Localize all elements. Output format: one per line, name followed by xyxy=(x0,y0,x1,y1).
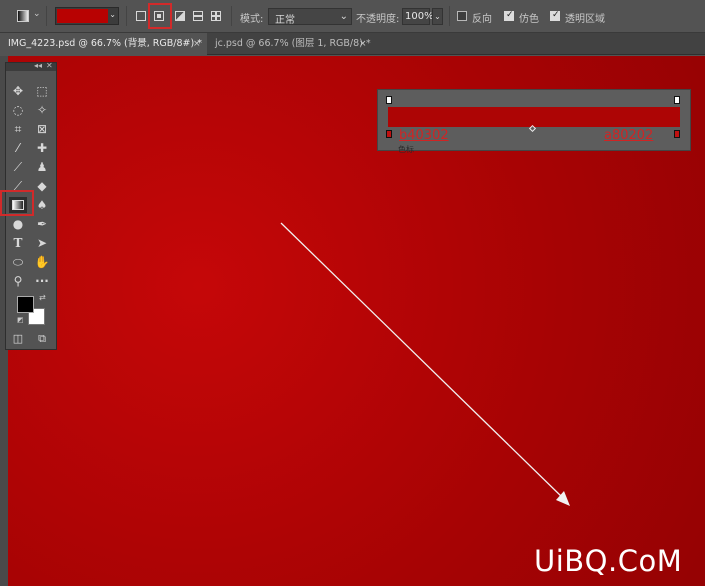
move-icon[interactable]: ✥ xyxy=(9,83,27,99)
more-tools-icon[interactable]: ··· xyxy=(33,273,51,289)
lasso-icon[interactable]: ◌ xyxy=(9,102,27,118)
blur-icon[interactable]: ♠ xyxy=(33,197,51,213)
crop-icon[interactable]: ⌗ xyxy=(9,121,27,137)
color-stop-left[interactable] xyxy=(386,130,392,138)
marquee-icon[interactable]: ⬚ xyxy=(33,83,51,99)
healing-brush-icon[interactable]: ✚ xyxy=(33,140,51,156)
screen-mode-icon[interactable]: ⧉ xyxy=(33,331,51,347)
path-selection-icon[interactable]: ➤ xyxy=(33,235,51,251)
brush-icon[interactable]: ⟋ xyxy=(9,159,27,175)
quick-mask-icon[interactable]: ◫ xyxy=(9,331,27,347)
close-icon[interactable]: ✕ xyxy=(46,61,53,70)
dodge-icon[interactable]: ● xyxy=(9,216,27,232)
zoom-icon[interactable]: ⚲ xyxy=(9,273,27,289)
hand-rotate-icon[interactable]: ✋ xyxy=(33,254,51,270)
left-stop-color-label: b40302 xyxy=(399,128,449,143)
annotation-highlight xyxy=(0,190,34,216)
gradient-bar-editor: b40302 a80202 色标 xyxy=(377,89,691,154)
frame-icon[interactable]: ⊠ xyxy=(33,121,51,137)
collapse-icon[interactable]: ◂◂ xyxy=(34,61,42,70)
tools-panel-header[interactable]: ◂◂ ✕ xyxy=(6,61,56,71)
magic-wand-icon[interactable]: ✧ xyxy=(33,102,51,118)
ellipse-icon[interactable]: ⬭ xyxy=(9,254,27,270)
swap-colors-icon[interactable]: ⇄ xyxy=(39,293,46,302)
default-colors-icon[interactable]: ◩ xyxy=(17,316,24,324)
foreground-color-swatch[interactable] xyxy=(17,296,34,313)
gradient-drag-line xyxy=(280,222,570,506)
pen-icon[interactable]: ✒ xyxy=(33,216,51,232)
eyedropper-icon[interactable]: ⁄ xyxy=(9,140,27,156)
color-stop-label: 色标 xyxy=(398,145,414,154)
eraser-icon[interactable]: ◆ xyxy=(33,178,51,194)
opacity-stop-right[interactable] xyxy=(674,96,680,104)
right-stop-color-label: a80202 xyxy=(604,128,654,143)
drag-line xyxy=(280,222,564,499)
clone-stamp-icon[interactable]: ♟ xyxy=(33,159,51,175)
color-stop-right[interactable] xyxy=(674,130,680,138)
type-icon[interactable]: T xyxy=(9,235,27,251)
gradient-bar[interactable] xyxy=(388,107,680,127)
opacity-stop-left[interactable] xyxy=(386,96,392,104)
watermark-text: UiBQ.CoM xyxy=(534,544,683,578)
